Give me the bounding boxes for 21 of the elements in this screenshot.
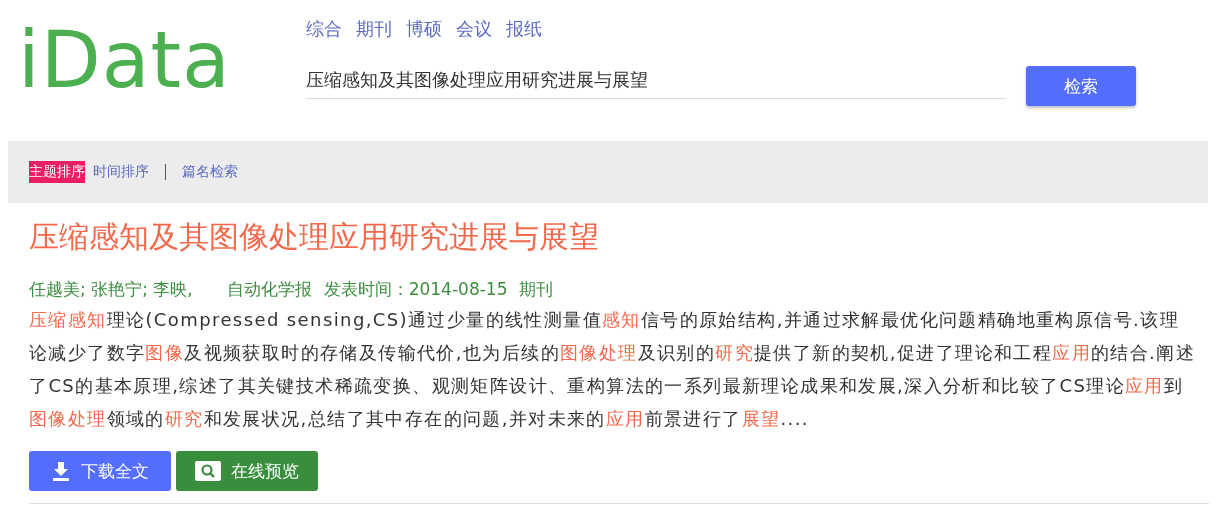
publication-type: 期刊	[519, 278, 554, 301]
nav-link[interactable]: 报纸	[506, 17, 542, 41]
search-button[interactable]: 检索	[1026, 66, 1136, 106]
search-field[interactable]: 压缩感知及其图像处理应用研究进展与展望	[306, 63, 1006, 99]
publish-date: 发表时间：2014-08-15	[323, 278, 508, 301]
result-title[interactable]: 压缩感知及其图像处理应用研究进展与展望	[29, 217, 1229, 258]
sort-tab[interactable]: 时间排序	[93, 161, 149, 183]
download-icon	[51, 461, 71, 481]
search-icon	[195, 461, 221, 481]
authors: 任越美; 张艳宁; 李映,	[29, 278, 193, 301]
abstract: 压缩感知理论(Compressed sensing,CS)通过少量的线性测量值感知信号的原始结构,并通过求解最优化问题精确地重构原信号.该理论减少了数字图像及视频获取时的存储及传输代价,也为后续的图像处理及识别的研究提供了新的契机,促进了理论和工程应用 的结合.阐述了CS的基本原理,综述了其关键技术稀疏变换、观测矩阵设计、重构算法的一系列最新理论成果和发展,深入分析和比较了CS理论应用 到 图像处理领域的研究和发展状况,总结了其中存在的问题,并对未来的应用 前景进行了 展望....	[29, 308, 1197, 431]
nav-link[interactable]: 会议	[456, 17, 492, 41]
sort-tab[interactable]: 主题排序	[29, 161, 85, 183]
nav-link[interactable]: 综合	[306, 17, 342, 41]
logo: iData	[18, 14, 232, 107]
title-search-link[interactable]: 篇名检索	[182, 163, 238, 181]
journal-name: 自动化学报	[226, 278, 312, 301]
nav-link[interactable]: 博硕	[406, 17, 442, 41]
nav-link[interactable]: 期刊	[356, 17, 392, 41]
download-button[interactable]: 下载全文	[29, 451, 171, 491]
preview-button[interactable]: 在线预览	[176, 451, 318, 491]
